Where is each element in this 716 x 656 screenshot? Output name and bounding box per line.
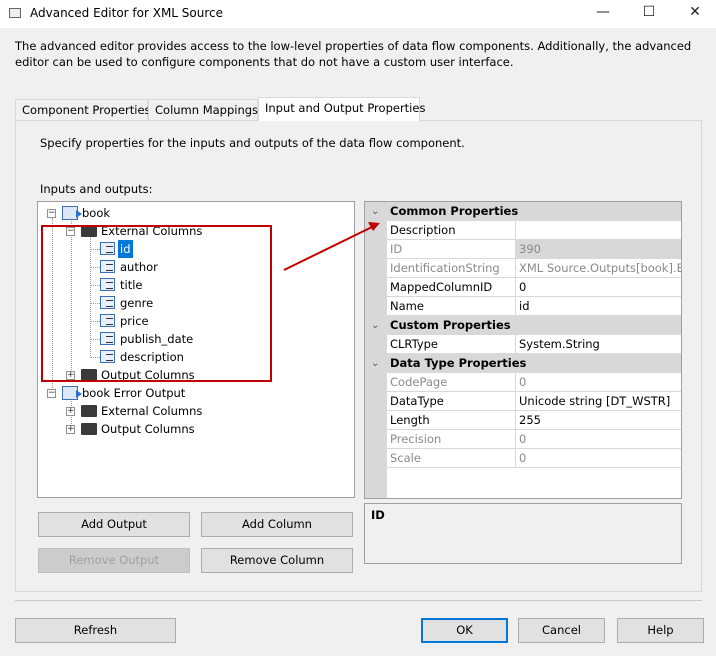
annotation-arrow [283, 222, 380, 271]
